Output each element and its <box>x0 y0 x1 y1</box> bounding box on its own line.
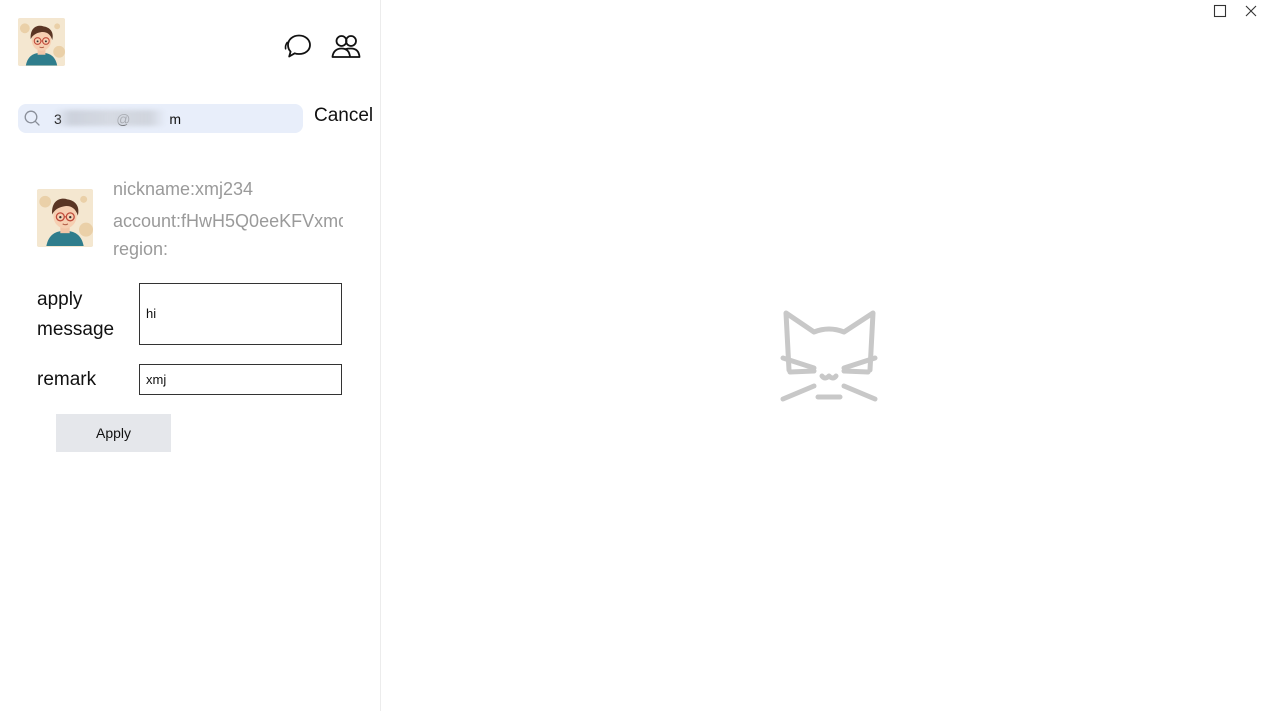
result-account-clip: account:fHwH5Q0eeKFVxmqT <box>113 207 343 233</box>
contacts-icon <box>331 35 361 58</box>
result-nickname: nickname:xmj234 <box>113 179 254 199</box>
remark-label: remark <box>37 369 97 390</box>
result-account: account:fHwH5Q0eeKFVxmqT <box>113 211 343 231</box>
chat-button[interactable] <box>283 31 313 61</box>
apply-message-field: hi <box>139 283 342 345</box>
contacts-button[interactable] <box>331 31 361 61</box>
apply-message-label-line2: message <box>37 319 115 340</box>
remark-field <box>139 364 342 395</box>
result-region: region: <box>113 239 169 259</box>
chat-bubbles-icon <box>284 34 311 58</box>
result-avatar <box>37 189 93 247</box>
apply-button[interactable]: Apply <box>56 414 171 452</box>
user-avatar-icon <box>37 190 93 246</box>
apply-message-input[interactable]: hi <box>140 284 341 344</box>
my-avatar[interactable] <box>18 18 65 66</box>
user-avatar-icon <box>18 18 65 66</box>
maximize-icon[interactable] <box>1213 4 1227 18</box>
cat-face-icon <box>780 310 878 402</box>
close-icon[interactable] <box>1244 4 1258 18</box>
remark-input[interactable] <box>140 365 341 394</box>
search-icon <box>24 110 40 126</box>
search-box <box>18 104 303 133</box>
search-input[interactable] <box>54 104 294 133</box>
sidebar: Cancel nickname:xmj234 account:fHwH5Q0ee… <box>0 0 381 711</box>
cancel-button[interactable]: Cancel <box>314 104 373 128</box>
apply-message-label-line1: apply <box>37 289 83 310</box>
